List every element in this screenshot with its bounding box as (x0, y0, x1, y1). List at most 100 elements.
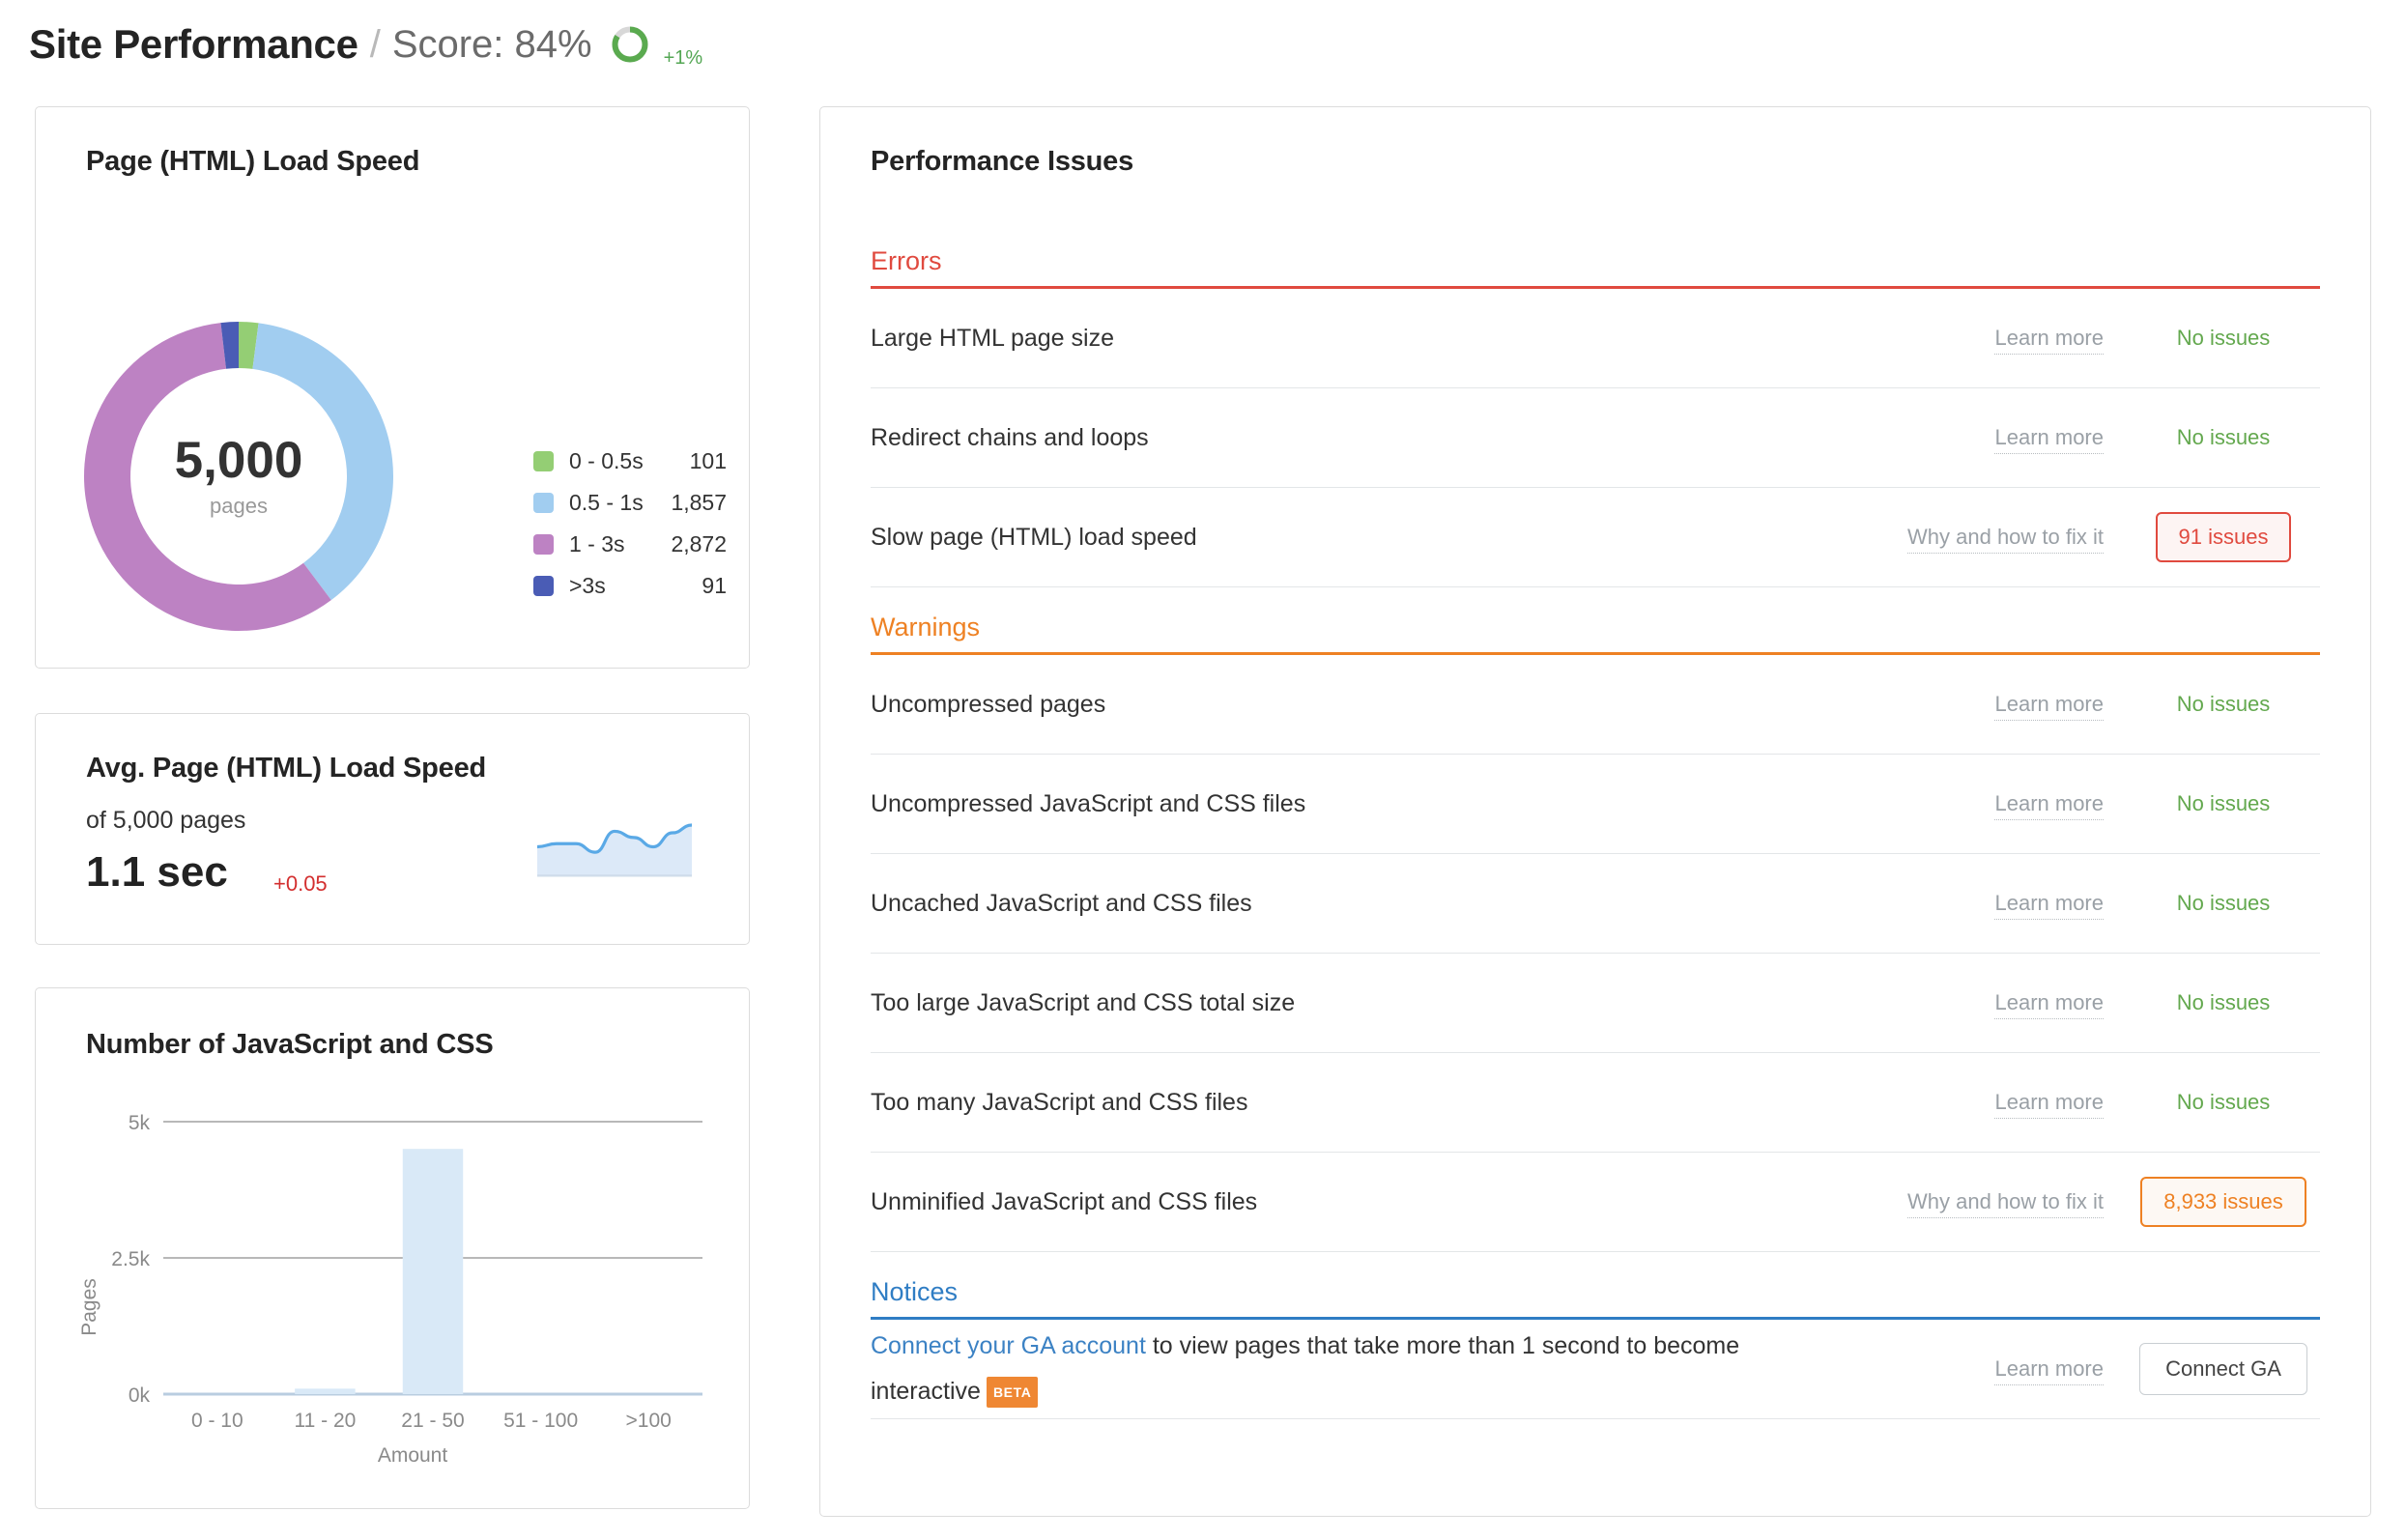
issue-help-link[interactable]: Learn more (1847, 692, 2127, 721)
legend-label: 1 - 3s (569, 531, 625, 556)
issue-row: Unminified JavaScript and CSS files Why a… (871, 1153, 2320, 1252)
performance-issues-title: Performance Issues (871, 146, 1134, 177)
issue-name: Too many JavaScript and CSS files (871, 1088, 1248, 1116)
status-no-issues: No issues (2176, 1090, 2271, 1114)
issue-help-link-text[interactable]: Why and how to fix it (1907, 525, 2104, 554)
issue-help-link[interactable]: Learn more (1847, 791, 2127, 820)
issue-row: Uncached JavaScript and CSS files Learn m… (871, 854, 2320, 954)
legend-swatch-icon (533, 451, 554, 471)
notice-text: Connect your GA account to view pages th… (871, 1324, 1847, 1415)
issue-help-link-text[interactable]: Learn more (1994, 692, 2104, 721)
issue-help-link-text[interactable]: Learn more (1994, 791, 2104, 820)
bar-chart-bars (295, 1149, 464, 1394)
x-tick-label: 0 - 10 (191, 1410, 243, 1432)
issue-help-link[interactable]: Learn more (1847, 1356, 2127, 1385)
issue-row: Slow page (HTML) load speed Why and how t… (871, 488, 2320, 587)
avg-load-speed-value: 1.1 sec (86, 848, 228, 896)
status-no-issues: No issues (2176, 891, 2271, 915)
issue-name: Large HTML page size (871, 324, 1114, 352)
legend-label: 0 - 0.5s (569, 448, 644, 473)
bar (402, 1149, 464, 1394)
issue-name: Uncompressed pages (871, 690, 1106, 718)
issue-row: Uncompressed JavaScript and CSS files Lea… (871, 755, 2320, 854)
issue-row: Large HTML page size Learn more No issues (871, 289, 2320, 388)
connect-ga-account-link[interactable]: Connect your GA account (871, 1332, 1146, 1359)
y-tick-label: 5k (129, 1112, 151, 1134)
y-tick-label: 2.5k (111, 1248, 150, 1270)
issue-help-link[interactable]: Why and how to fix it (1847, 1189, 2127, 1218)
section-heading-warnings: Warnings (871, 613, 981, 642)
status-no-issues: No issues (2176, 692, 2271, 716)
legend-swatch-icon (533, 576, 554, 596)
issue-name: Uncached JavaScript and CSS files (871, 889, 1252, 917)
performance-issues-card: Performance Issues Errors Large HTML page… (819, 106, 2371, 1517)
issue-help-link-text[interactable]: Learn more (1994, 1356, 2104, 1385)
score-ring-icon (612, 26, 648, 63)
title-separator: / (369, 23, 381, 66)
issues-sections: Errors Large HTML page size Learn more No i… (871, 221, 2320, 1419)
issue-help-link-text[interactable]: Learn more (1994, 326, 2104, 355)
status-no-issues: No issues (2176, 990, 2271, 1014)
issue-name: Too large JavaScript and CSS total size (871, 988, 1296, 1016)
legend-swatch-icon (533, 493, 554, 513)
issue-help-link[interactable]: Learn more (1847, 1090, 2127, 1119)
load-speed-donut-chart: 5,000 pages (74, 312, 403, 641)
issue-status[interactable]: 8,933 issues (2127, 1177, 2320, 1227)
avg-load-speed-delta: +0.05 (273, 871, 328, 896)
x-tick-label: >100 (626, 1410, 672, 1432)
beta-badge: BETA (986, 1377, 1039, 1408)
donut-svg (84, 322, 393, 631)
legend-row: 0 - 0.5s 101 (533, 441, 727, 482)
legend-count: 101 (689, 448, 727, 473)
connect-ga-button[interactable]: Connect GA (2139, 1343, 2307, 1395)
y-tick-label: 0k (129, 1384, 151, 1407)
js-css-chart-title: Number of JavaScript and CSS (86, 1029, 494, 1060)
issue-count-badge[interactable]: 8,933 issues (2140, 1177, 2306, 1227)
bar-chart-xlabel: Amount (378, 1444, 448, 1467)
issue-help-link[interactable]: Learn more (1847, 990, 2127, 1019)
issue-row: Too many JavaScript and CSS files Learn m… (871, 1053, 2320, 1153)
issue-status: No issues (2127, 1090, 2320, 1115)
issue-help-link[interactable]: Why and how to fix it (1847, 525, 2127, 554)
legend-label: 0.5 - 1s (569, 490, 644, 515)
issue-help-link[interactable]: Learn more (1847, 326, 2127, 355)
status-no-issues: No issues (2176, 326, 2271, 350)
issue-help-link-text[interactable]: Learn more (1994, 990, 2104, 1019)
issue-help-link[interactable]: Learn more (1847, 425, 2127, 454)
legend-label: >3s (569, 573, 606, 598)
issue-help-link-text[interactable]: Learn more (1994, 1090, 2104, 1119)
issue-name: Uncompressed JavaScript and CSS files (871, 789, 1306, 817)
x-tick-label: 21 - 50 (401, 1410, 464, 1432)
bar-chart-ylabel: Pages (78, 1278, 100, 1336)
bar-chart-x-ticks: 0 - 10 11 - 20 21 - 50 51 - 100 >100 (191, 1410, 672, 1432)
issue-help-link-text[interactable]: Learn more (1994, 891, 2104, 920)
donut-slice-1 (252, 323, 393, 601)
bar (295, 1388, 356, 1394)
issue-count-badge[interactable]: 91 issues (2155, 512, 2292, 562)
issue-status: No issues (2127, 326, 2320, 351)
legend-count: 91 (702, 573, 727, 598)
issue-help-link[interactable]: Learn more (1847, 891, 2127, 920)
issue-status[interactable]: Connect GA (2127, 1343, 2320, 1395)
js-css-bar-chart: 0k 2.5k 5k 0 - 10 11 - 20 21 - 50 51 - 100 >10… (78, 1112, 702, 1467)
notice-row: Connect your GA account to view pages th… (871, 1320, 2320, 1419)
page-header: Site Performance / Score: 84% +1% (29, 14, 702, 75)
issue-name: Slow page (HTML) load speed (871, 523, 1197, 551)
issue-help-link-text[interactable]: Why and how to fix it (1907, 1189, 2104, 1218)
site-performance-page: Site Performance / Score: 84% +1% Page (… (0, 0, 2406, 1540)
bar-chart-y-ticks: 0k 2.5k 5k (111, 1112, 150, 1407)
legend-row: >3s 91 (533, 565, 727, 607)
page-load-speed-card: Page (HTML) Load Speed 5,000 pages 0 - 0… (35, 106, 750, 669)
x-tick-label: 51 - 100 (503, 1410, 578, 1432)
legend-count: 2,872 (671, 531, 727, 556)
issue-status[interactable]: 91 issues (2127, 512, 2320, 562)
issue-help-link-text[interactable]: Learn more (1994, 425, 2104, 454)
legend-count: 1,857 (671, 490, 727, 515)
avg-load-speed-title: Avg. Page (HTML) Load Speed (86, 753, 487, 784)
number-of-js-css-card: Number of JavaScript and CSS 0k 2.5k 5k 0 … (35, 987, 750, 1509)
issue-status: No issues (2127, 891, 2320, 916)
page-title: Site Performance (29, 21, 358, 67)
issue-row: Uncompressed pages Learn more No issues (871, 655, 2320, 755)
avg-load-speed-sparkline (537, 823, 692, 877)
status-no-issues: No issues (2176, 425, 2271, 449)
